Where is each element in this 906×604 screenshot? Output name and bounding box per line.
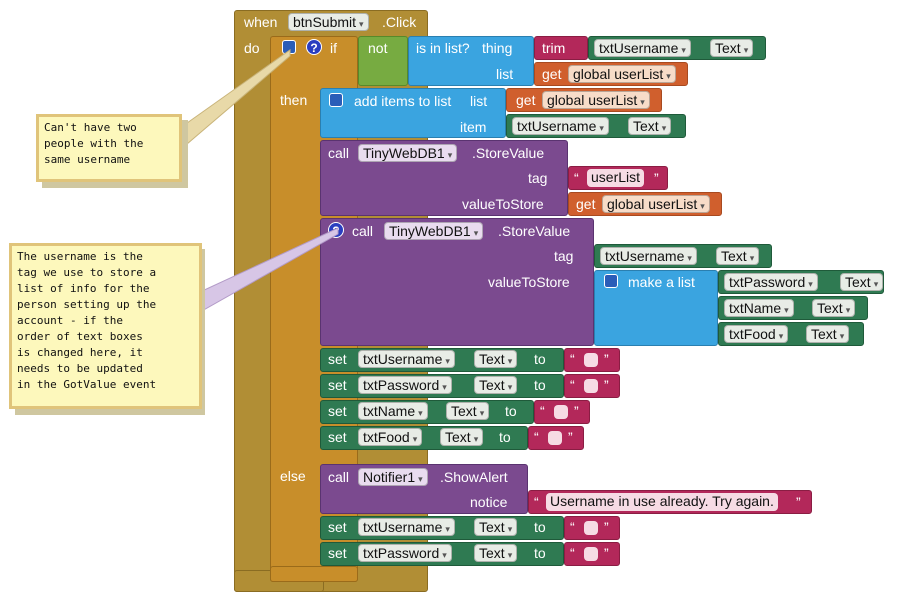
comment-two[interactable]: The username is the tag we use to store …: [9, 243, 202, 409]
comment-pointer-two: [199, 227, 339, 313]
comment-pointer-one: [179, 49, 291, 152]
comment-one[interactable]: Can't have two people with the same user…: [36, 114, 182, 182]
